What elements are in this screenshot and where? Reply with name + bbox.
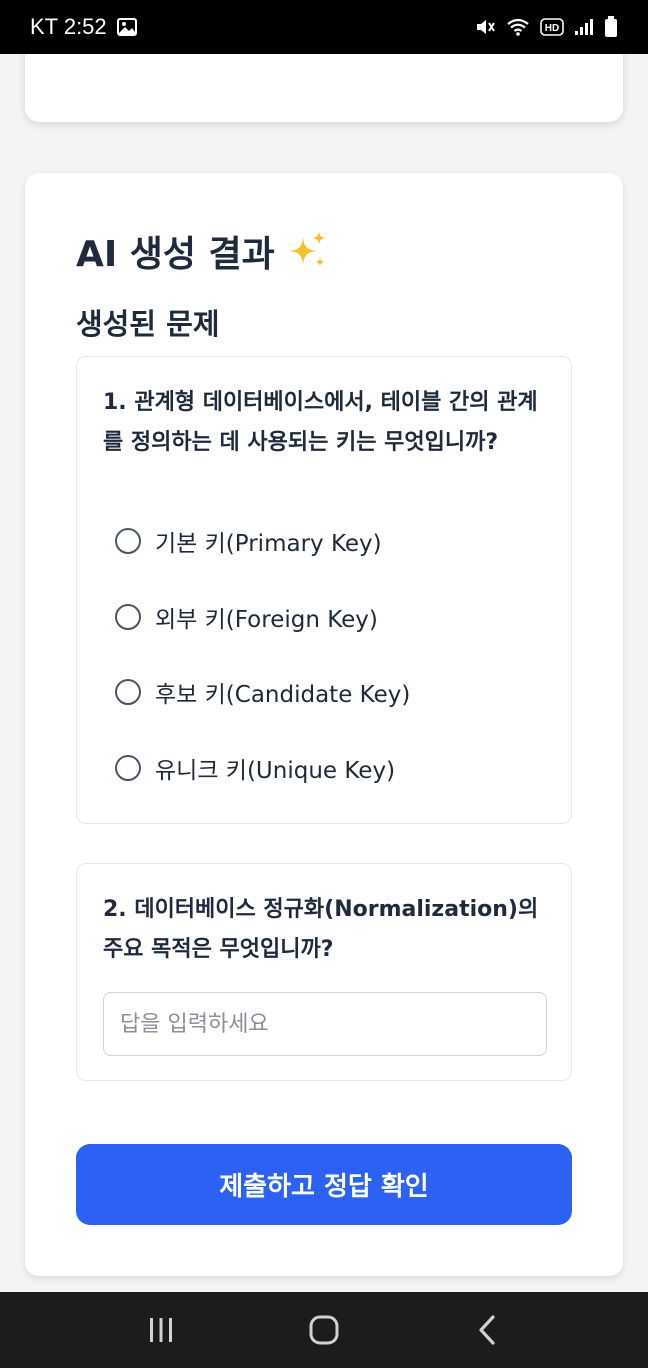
result-title: AI 생성 결과 — [76, 225, 329, 277]
option-foreign-key[interactable]: 외부 키(Foreign Key) — [115, 600, 378, 634]
mute-icon — [474, 17, 496, 37]
option-label: 후보 키(Candidate Key) — [155, 682, 411, 708]
carrier-time: KT 2:52 — [30, 14, 107, 39]
option-primary-key[interactable]: 기본 키(Primary Key) — [115, 524, 382, 558]
status-left: KT 2:52 — [30, 14, 137, 40]
question-1-text: 1. 관계형 데이터베이스에서, 테이블 간의 관계를 정의하는 데 사용되는 … — [103, 390, 538, 455]
battery-icon — [604, 16, 618, 38]
option-label: 외부 키(Foreign Key) — [155, 607, 378, 633]
question-2-text: 2. 데이터베이스 정규화(Normalization)의 주요 목적은 무엇입… — [103, 897, 539, 962]
home-icon[interactable] — [294, 1300, 354, 1360]
status-bar: KT 2:52 HD — [0, 0, 648, 54]
hd-label: HD — [545, 23, 559, 34]
hd-icon: HD — [540, 18, 564, 36]
result-title-text: AI 생성 결과 — [76, 234, 275, 275]
sparkles-icon — [285, 229, 329, 273]
radio-button[interactable] — [115, 604, 141, 630]
question-card-1: 1. 관계형 데이터베이스에서, 테이블 간의 관계를 정의하는 데 사용되는 … — [76, 356, 572, 824]
question-card-2: 2. 데이터베이스 정규화(Normalization)의 주요 목적은 무엇입… — [76, 863, 572, 1081]
ai-result-card: AI 생성 결과 생성된 문제 1. 관계형 데이터베이스에서, 테이블 간의 … — [25, 173, 623, 1276]
option-unique-key[interactable]: 유니크 키(Unique Key) — [115, 751, 395, 785]
answer-input[interactable] — [103, 992, 547, 1056]
signal-icon — [574, 18, 594, 36]
wifi-icon — [506, 17, 530, 37]
scroll-content[interactable]: AI 생성 결과 생성된 문제 1. 관계형 데이터베이스에서, 테이블 간의 … — [0, 54, 648, 1292]
option-label: 유니크 키(Unique Key) — [155, 758, 396, 784]
submit-button[interactable]: 제출하고 정답 확인 — [76, 1144, 572, 1225]
back-icon[interactable] — [457, 1300, 517, 1360]
option-candidate-key[interactable]: 후보 키(Candidate Key) — [115, 675, 410, 709]
radio-button[interactable] — [115, 679, 141, 705]
status-right: HD — [474, 16, 618, 38]
section-title: 생성된 문제 — [76, 307, 220, 341]
gallery-icon — [116, 18, 137, 36]
navigation-bar — [0, 1292, 648, 1368]
radio-button[interactable] — [115, 755, 141, 781]
recent-apps-icon[interactable] — [131, 1300, 191, 1360]
option-label: 기본 키(Primary Key) — [155, 531, 382, 557]
radio-button[interactable] — [115, 528, 141, 554]
previous-card — [25, 54, 623, 122]
